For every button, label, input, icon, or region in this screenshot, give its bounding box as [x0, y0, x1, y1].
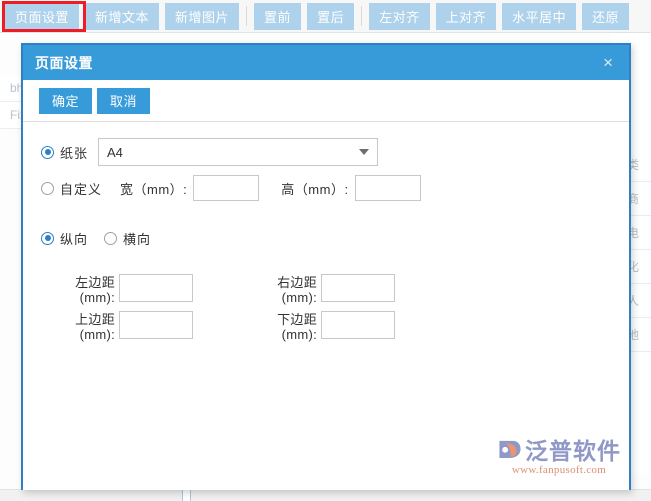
confirm-button[interactable]: 确定: [39, 87, 93, 114]
watermark: 泛普软件 www.fanpusoft.com: [497, 432, 621, 476]
margin-right-label: 右边距 (mm):: [257, 274, 317, 305]
watermark-row: 泛普软件: [497, 432, 621, 466]
margin-bottom-cell: 下边距 (mm):: [257, 311, 447, 342]
margin-right-label-line2: (mm):: [281, 290, 317, 305]
dialog-title: 页面设置: [35, 54, 93, 71]
radio-paper[interactable]: [41, 145, 54, 159]
toolbar-button-bring-front[interactable]: 置前: [254, 2, 302, 30]
toolbar-button-send-back[interactable]: 置后: [307, 2, 355, 30]
margin-right-input[interactable]: [321, 274, 395, 302]
radio-landscape[interactable]: [104, 231, 118, 245]
custom-width-input[interactable]: [193, 175, 260, 201]
chevron-down-icon: [359, 149, 370, 155]
toolbar-separator-1: [246, 6, 248, 26]
margin-top-label-line2: (mm):: [79, 327, 115, 342]
page-setup-form: 纸张 A4 自定义 宽（mm）: 高（mm）: 纵向 横向 左边距 (mm): …: [23, 122, 629, 342]
margin-right-label-line1: 右边距: [277, 275, 317, 290]
radio-landscape-label: 横向: [123, 231, 152, 247]
paper-size-select[interactable]: A4: [98, 138, 379, 166]
toolbar-button-add-text[interactable]: 新增文本: [85, 2, 160, 30]
custom-size-row: 自定义 宽（mm）: 高（mm）:: [41, 174, 629, 202]
toolbar-button-add-image[interactable]: 新增图片: [165, 2, 240, 30]
radio-portrait-label: 纵向: [60, 231, 89, 247]
margin-top-label-line1: 上边距: [75, 312, 115, 327]
orientation-row: 纵向 横向: [41, 224, 629, 252]
dialog-body: 确定 取消 纸张 A4 自定义 宽（mm）: 高（mm）: 纵向 横向 左边距 …: [23, 80, 629, 490]
page-setup-dialog: 页面设置 × 确定 取消 纸张 A4 自定义 宽（mm）: 高（mm）: 纵向 …: [21, 43, 631, 490]
fanpu-logo-icon: [499, 440, 521, 458]
margin-left-label-line2: (mm):: [79, 290, 115, 305]
toolbar-button-align-top[interactable]: 上对齐: [435, 2, 497, 30]
watermark-url: www.fanpusoft.com: [511, 464, 607, 476]
margin-bottom-label-line1: 下边距: [277, 312, 317, 327]
margin-left-label-line1: 左边距: [75, 275, 115, 290]
toolbar-button-center-horizontal[interactable]: 水平居中: [502, 2, 577, 30]
toolbar-button-restore[interactable]: 还原: [582, 2, 630, 30]
custom-height-label: 高（mm）:: [281, 181, 349, 197]
margin-left-label: 左边距 (mm):: [55, 274, 115, 305]
custom-width-label: 宽（mm）:: [120, 181, 188, 197]
margin-top-label: 上边距 (mm):: [55, 311, 115, 342]
paper-row: 纸张 A4: [41, 138, 629, 166]
toolbar-button-align-left[interactable]: 左对齐: [369, 2, 430, 30]
toolbar-separator-2: [361, 6, 363, 26]
margin-right-cell: 右边距 (mm):: [257, 274, 447, 305]
radio-portrait[interactable]: [41, 231, 54, 245]
margin-bottom-input[interactable]: [321, 311, 395, 339]
margin-bottom-label: 下边距 (mm):: [257, 311, 317, 342]
margin-top-input[interactable]: [119, 311, 193, 339]
margin-top-cell: 上边距 (mm):: [55, 311, 245, 342]
radio-paper-label: 纸张: [60, 145, 89, 161]
margins-grid: 左边距 (mm): 右边距 (mm): 上边距 (mm): 下边距 (mm):: [41, 274, 629, 342]
margin-left-input[interactable]: [119, 274, 193, 302]
close-icon[interactable]: ×: [599, 52, 617, 73]
radio-custom[interactable]: [41, 181, 54, 195]
margin-left-cell: 左边距 (mm):: [55, 274, 245, 305]
dialog-header: 页面设置 ×: [23, 45, 629, 80]
watermark-brand: 泛普软件: [525, 438, 621, 464]
custom-height-input[interactable]: [354, 175, 421, 201]
cancel-button[interactable]: 取消: [97, 87, 151, 114]
scrollbar-grip[interactable]: [182, 489, 191, 501]
radio-custom-label: 自定义: [60, 181, 103, 197]
paper-size-value: A4: [107, 144, 123, 160]
toolbar: 页面设置 新增文本 新增图片 置前 置后 左对齐 上对齐 水平居中 还原: [0, 0, 651, 33]
dialog-action-bar: 确定 取消: [23, 80, 629, 122]
margin-bottom-label-line2: (mm):: [281, 327, 317, 342]
horizontal-scrollbar[interactable]: [0, 489, 651, 501]
toolbar-button-page-setup[interactable]: 页面设置: [5, 2, 80, 30]
